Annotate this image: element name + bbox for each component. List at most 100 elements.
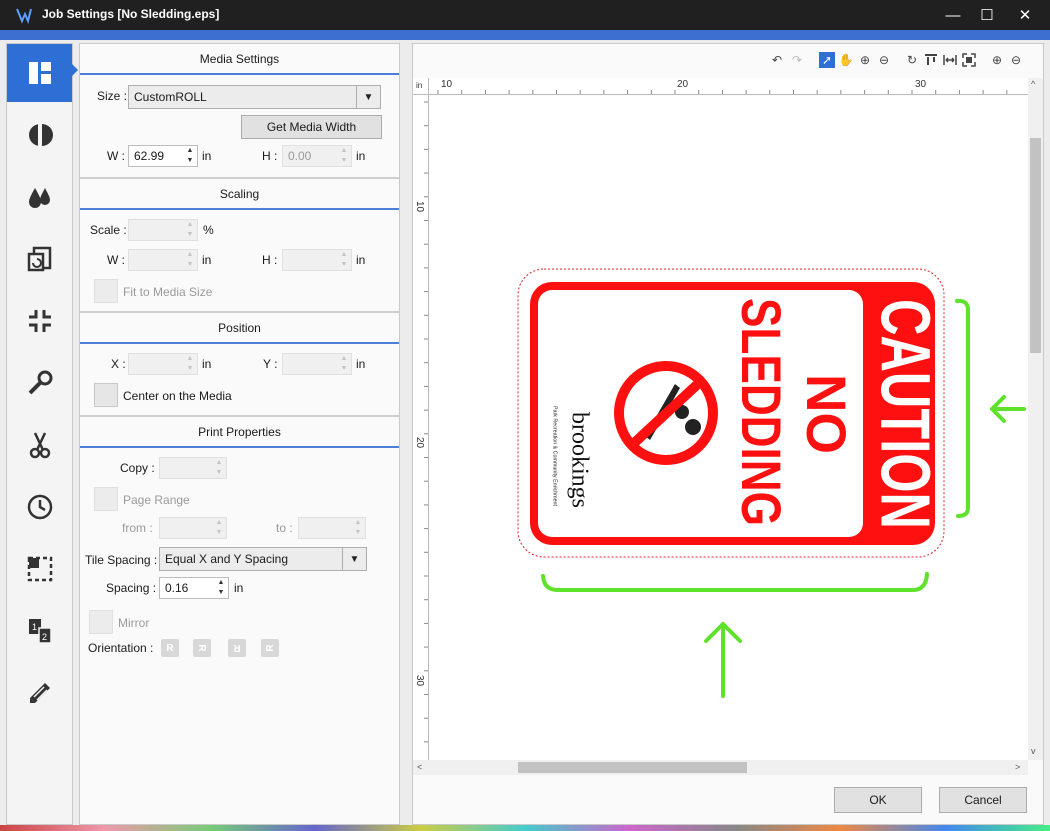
rail-page-order[interactable]: 12 xyxy=(7,602,72,660)
rail-marks[interactable] xyxy=(7,540,72,598)
position-x-field[interactable]: ▲ ▼ xyxy=(128,353,198,375)
align-top-icon[interactable] xyxy=(923,52,939,68)
step-up-icon[interactable]: ▲ xyxy=(337,354,351,364)
scale-w-label: W : xyxy=(107,253,125,267)
layout-icon xyxy=(28,62,51,84)
get-media-width-button[interactable]: Get Media Width xyxy=(241,115,382,139)
close-button[interactable]: ✕ xyxy=(1008,0,1042,30)
step-up-icon[interactable]: ▲ xyxy=(214,578,228,588)
copy-stepper[interactable]: ▲ ▼ xyxy=(212,458,226,478)
print-preview-canvas[interactable]: CAUTION SLEDDING NO brookings Park Recre… xyxy=(430,96,1028,760)
media-height-field[interactable]: 0.00 ▲ ▼ xyxy=(282,145,352,167)
scroll-up-icon[interactable]: ^ xyxy=(1031,79,1035,89)
rail-cut[interactable] xyxy=(7,416,72,474)
step-up-icon[interactable]: ▲ xyxy=(183,146,197,156)
size-dropdown[interactable]: CustomROLL ▼ xyxy=(128,85,381,109)
copy-field[interactable]: ▲ ▼ xyxy=(159,457,227,479)
orientation-0-button[interactable]: R xyxy=(161,639,179,657)
step-down-icon[interactable]: ▼ xyxy=(337,156,351,166)
vertical-scroll-thumb[interactable] xyxy=(1030,138,1041,353)
ink-drops-icon xyxy=(28,188,50,208)
orientation-180-button[interactable]: R xyxy=(228,639,246,657)
rotate-icon[interactable]: ↻ xyxy=(904,52,920,68)
position-x-stepper[interactable]: ▲ ▼ xyxy=(183,354,197,374)
step-down-icon[interactable]: ▼ xyxy=(183,260,197,270)
center-on-media-checkbox[interactable] xyxy=(94,383,118,407)
zoom-in-icon[interactable]: ⊕ xyxy=(857,52,873,68)
step-up-icon[interactable]: ▲ xyxy=(337,250,351,260)
zoom-out-icon[interactable]: ⊖ xyxy=(876,52,892,68)
horizontal-scrollbar[interactable]: < > xyxy=(413,760,1028,775)
fit-to-media-checkbox[interactable] xyxy=(94,279,118,303)
from-stepper[interactable]: ▲ ▼ xyxy=(212,518,226,538)
step-up-icon[interactable]: ▲ xyxy=(183,354,197,364)
scale-stepper[interactable]: ▲ ▼ xyxy=(183,220,197,240)
maximize-button[interactable]: ☐ xyxy=(970,0,1004,30)
width-stepper[interactable]: ▲ ▼ xyxy=(183,146,197,166)
step-up-icon[interactable]: ▲ xyxy=(183,220,197,230)
page-range-checkbox[interactable] xyxy=(94,487,118,511)
step-down-icon[interactable]: ▼ xyxy=(351,528,365,538)
step-down-icon[interactable]: ▼ xyxy=(214,588,228,598)
scale-field[interactable]: ▲ ▼ xyxy=(128,219,198,241)
cancel-button[interactable]: Cancel xyxy=(939,787,1027,813)
ok-button[interactable]: OK xyxy=(834,787,922,813)
size-label: Size : xyxy=(97,89,128,103)
rail-ink[interactable] xyxy=(7,168,72,226)
vertical-scrollbar[interactable]: ^ v xyxy=(1028,78,1043,760)
from-field[interactable]: ▲ ▼ xyxy=(159,517,227,539)
spacing-field[interactable]: 0.16 ▲ ▼ xyxy=(159,577,229,599)
scale-height-field[interactable]: ▲ ▼ xyxy=(282,249,352,271)
scroll-down-icon[interactable]: v xyxy=(1031,746,1036,756)
orientation-270-button[interactable]: R xyxy=(261,639,279,657)
rail-swatches[interactable] xyxy=(7,664,72,722)
step-down-icon[interactable]: ▼ xyxy=(183,230,197,240)
step-up-icon[interactable]: ▲ xyxy=(212,518,226,528)
step-down-icon[interactable]: ▼ xyxy=(212,468,226,478)
step-down-icon[interactable]: ▼ xyxy=(183,364,197,374)
to-stepper[interactable]: ▲ ▼ xyxy=(351,518,365,538)
orientation-90-button[interactable]: R xyxy=(193,639,211,657)
step-down-icon[interactable]: ▼ xyxy=(337,260,351,270)
horizontal-scroll-thumb[interactable] xyxy=(518,762,747,773)
add-icon[interactable]: ⊕ xyxy=(989,52,1005,68)
select-arrow-icon[interactable]: ➚ xyxy=(819,52,835,68)
copy-label: Copy : xyxy=(120,461,155,475)
step-down-icon[interactable]: ▼ xyxy=(183,156,197,166)
tile-spacing-dropdown[interactable]: Equal X and Y Spacing ▼ xyxy=(159,547,367,571)
rail-fit[interactable] xyxy=(7,292,72,350)
redo-icon[interactable]: ↷ xyxy=(789,52,805,68)
undo-icon[interactable]: ↶ xyxy=(769,52,785,68)
height-stepper[interactable]: ▲ ▼ xyxy=(337,146,351,166)
rail-color-adjust[interactable] xyxy=(7,106,72,164)
step-up-icon[interactable]: ▲ xyxy=(351,518,365,528)
minimize-button[interactable]: — xyxy=(936,0,970,30)
rail-layout[interactable] xyxy=(7,44,72,102)
step-down-icon[interactable]: ▼ xyxy=(337,364,351,374)
step-up-icon[interactable]: ▲ xyxy=(337,146,351,156)
page-order-icon: 12 xyxy=(28,619,52,644)
scale-width-field[interactable]: ▲ ▼ xyxy=(128,249,198,271)
step-down-icon[interactable]: ▼ xyxy=(212,528,226,538)
replicate-icon xyxy=(27,246,51,272)
position-y-stepper[interactable]: ▲ ▼ xyxy=(337,354,351,374)
fit-width-icon[interactable] xyxy=(942,52,958,68)
spacing-stepper[interactable]: ▲ ▼ xyxy=(214,578,228,598)
scroll-right-icon[interactable]: > xyxy=(1015,762,1020,772)
svg-text:1: 1 xyxy=(32,622,37,632)
rail-schedule[interactable] xyxy=(7,478,72,536)
scale-height-stepper[interactable]: ▲ ▼ xyxy=(337,250,351,270)
fit-page-icon[interactable] xyxy=(961,52,977,68)
step-up-icon[interactable]: ▲ xyxy=(212,458,226,468)
media-width-field[interactable]: 62.99 ▲ ▼ xyxy=(128,145,198,167)
pan-hand-icon[interactable]: ✋ xyxy=(838,52,854,68)
mirror-checkbox[interactable] xyxy=(89,610,113,634)
position-y-field[interactable]: ▲ ▼ xyxy=(282,353,352,375)
scale-width-stepper[interactable]: ▲ ▼ xyxy=(183,250,197,270)
rail-replicate[interactable] xyxy=(7,230,72,288)
remove-icon[interactable]: ⊖ xyxy=(1008,52,1024,68)
to-field[interactable]: ▲ ▼ xyxy=(298,517,366,539)
step-up-icon[interactable]: ▲ xyxy=(183,250,197,260)
scroll-left-icon[interactable]: < xyxy=(417,762,422,772)
rail-tools[interactable] xyxy=(7,354,72,412)
